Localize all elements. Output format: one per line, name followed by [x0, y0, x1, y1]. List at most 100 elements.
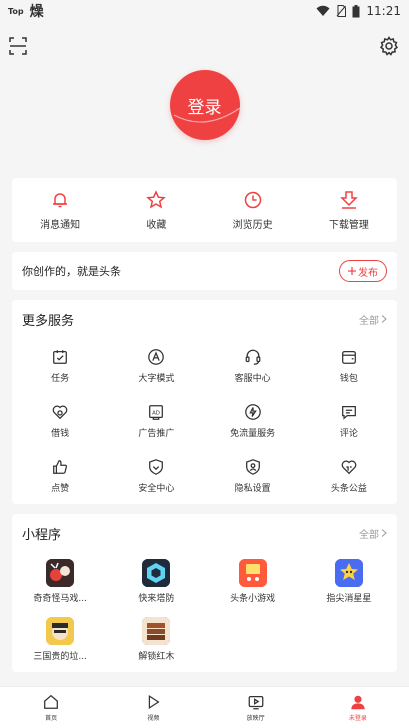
service-customer-support[interactable]: 客服中心 [205, 338, 301, 393]
app-indicator: 燥 [29, 4, 44, 20]
quick-item-label: 消息通知 [40, 219, 81, 231]
mini-program-label: 解锁红木 [138, 651, 175, 662]
scan-icon [9, 37, 27, 55]
service-data-free[interactable]: 免流量服务 [205, 393, 301, 448]
clock-time: 11:21 [366, 4, 401, 18]
chevron-right-icon [381, 315, 387, 323]
service-wallet[interactable]: 钱包 [301, 338, 397, 393]
battery-icon [352, 4, 360, 17]
quick-item-history[interactable]: 浏览历史 [205, 178, 301, 242]
service-large-font[interactable]: 大字模式 [108, 338, 204, 393]
services-grid: 任务 大字模式 客服中心 钱包 借钱 AD 广告推广 免流量服务 评论 点赞 安… [12, 338, 397, 503]
data-free-icon [244, 403, 261, 420]
like-icon [53, 459, 68, 474]
status-bar: Top 燥 11:21 [0, 0, 409, 22]
services-title: 更多服务 [22, 313, 75, 329]
game-console-icon [238, 558, 267, 587]
tab-label: 视频 [147, 715, 160, 722]
service-label: 评论 [339, 428, 358, 439]
tab-hall[interactable]: 放映厅 [205, 687, 307, 728]
clock-icon [244, 191, 261, 208]
service-charity[interactable]: 头条公益 [301, 448, 397, 503]
tab-label: 放映厅 [246, 715, 265, 722]
service-borrow[interactable]: 借钱 [12, 393, 108, 448]
service-comments[interactable]: 评论 [301, 393, 397, 448]
mini-programs-all-link[interactable]: 全部 [359, 526, 387, 541]
star-game-icon [334, 558, 363, 587]
mini-program-item[interactable]: 快来塔防 [108, 552, 204, 610]
service-label: 借钱 [51, 428, 70, 439]
service-ad[interactable]: AD 广告推广 [108, 393, 204, 448]
create-prompt: 你创作的，就是头条 [22, 265, 121, 278]
mini-program-thumbnail [334, 558, 363, 587]
quick-item-label: 浏览历史 [232, 219, 273, 231]
mini-program-item[interactable]: 头条小游戏 [205, 552, 301, 610]
service-label: 安全中心 [138, 483, 175, 494]
star-icon [146, 189, 167, 209]
login-button[interactable]: 登录 [169, 70, 240, 140]
settings-button[interactable] [379, 36, 399, 56]
service-label: 广告推广 [138, 428, 175, 439]
services-all-link[interactable]: 全部 [359, 312, 387, 327]
tab-profile[interactable]: 未登录 [307, 687, 409, 728]
services-header: 更多服务 全部 [12, 300, 397, 338]
home-icon [44, 694, 59, 709]
download-icon [340, 190, 358, 209]
publish-button[interactable]: 发布 [339, 260, 387, 282]
quick-item-favorites[interactable]: 收藏 [108, 178, 204, 242]
service-task[interactable]: 任务 [12, 338, 108, 393]
service-label: 钱包 [339, 373, 358, 384]
borrow-icon [52, 405, 68, 419]
large-font-icon [148, 348, 165, 365]
comment-icon [341, 405, 356, 420]
service-privacy[interactable]: 隐私设置 [205, 448, 301, 503]
tab-label: 首页 [45, 715, 58, 722]
service-security[interactable]: 安全中心 [108, 448, 204, 503]
mini-program-item[interactable]: 解锁红木 [108, 610, 204, 668]
mini-programs-title: 小程序 [22, 527, 62, 543]
mini-program-item[interactable]: 指尖消星星 [301, 552, 397, 610]
svg-text:AD: AD [152, 410, 160, 416]
quick-item-label: 下载管理 [328, 219, 369, 231]
no-sim-icon [337, 5, 347, 17]
three-kingdoms-icon [46, 616, 75, 645]
wallet-icon [341, 350, 356, 364]
mini-program-thumbnail [46, 558, 75, 587]
headset-icon [245, 349, 261, 365]
service-label: 点赞 [51, 483, 70, 494]
bottom-tab-bar: 首页 视频 放映厅 未登录 [0, 686, 409, 728]
wifi-icon [316, 5, 330, 16]
quick-item-downloads[interactable]: 下载管理 [301, 178, 397, 242]
mini-program-label: 三国贵的垃... [33, 651, 87, 662]
mini-program-item[interactable]: 奇奇怪马戏... [12, 552, 108, 610]
service-label: 客服中心 [234, 373, 271, 384]
publish-label: 发布 [358, 267, 378, 279]
ad-icon: AD [149, 404, 164, 420]
mini-program-item[interactable]: 三国贵的垃... [12, 610, 108, 668]
mini-programs-header: 小程序 全部 [12, 514, 397, 552]
privacy-icon [245, 458, 260, 475]
user-icon [351, 695, 365, 710]
charity-icon [341, 460, 357, 474]
carrier-label: Top [8, 6, 24, 16]
service-label: 任务 [51, 373, 70, 384]
mini-program-thumbnail [238, 558, 267, 587]
bell-icon [53, 192, 68, 207]
mini-programs-grid: 奇奇怪马戏... 快来塔防 头条小游戏 指尖消星星 三国贵的垃... 解锁红木 [12, 552, 397, 668]
service-label: 隐私设置 [234, 483, 271, 494]
mini-programs-all-label: 全部 [359, 529, 379, 541]
tab-video[interactable]: 视频 [102, 687, 204, 728]
chevron-right-icon [381, 529, 387, 537]
redwood-icon [142, 616, 171, 645]
scan-button[interactable] [8, 36, 28, 56]
mini-program-thumbnail [142, 616, 171, 645]
mini-program-label: 头条小游戏 [230, 593, 276, 604]
service-likes[interactable]: 点赞 [12, 448, 108, 503]
tab-home[interactable]: 首页 [0, 687, 102, 728]
gear-icon [379, 36, 399, 56]
more-services-card: 更多服务 全部 任务 大字模式 客服中心 钱包 借钱 AD 广告推广 免流量服务… [12, 300, 397, 504]
hall-icon [248, 695, 264, 710]
service-label: 免流量服务 [230, 428, 276, 439]
quick-item-notifications[interactable]: 消息通知 [12, 178, 108, 242]
video-icon [149, 694, 160, 710]
